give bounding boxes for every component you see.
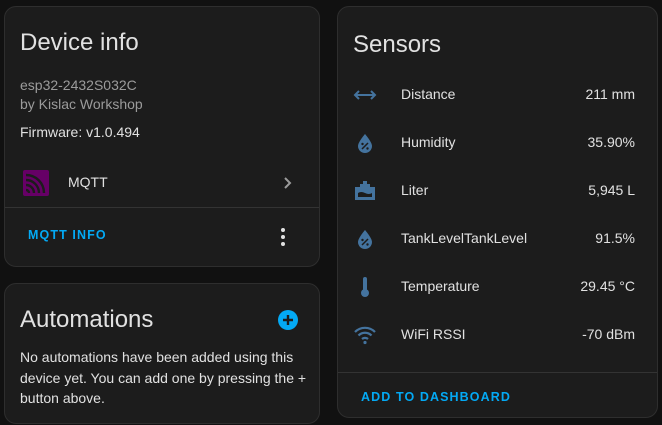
sensor-value: 211 mm: [585, 86, 635, 102]
sensor-row-temperature[interactable]: Temperature 29.45 °C: [338, 263, 657, 311]
integration-label: MQTT: [68, 174, 108, 190]
plus-circle-icon[interactable]: [276, 308, 300, 332]
add-to-dashboard-button[interactable]: ADD TO DASHBOARD: [351, 386, 521, 408]
sensor-row-tanklevel[interactable]: TankLevelTankLevel 91.5%: [338, 215, 657, 263]
sensor-name: Humidity: [401, 134, 456, 150]
more-vert-icon[interactable]: [271, 223, 295, 251]
automations-card: Automations No automations have been add…: [4, 283, 320, 424]
sensor-value: 29.45 °C: [580, 278, 635, 294]
sensor-name: Temperature: [401, 278, 480, 294]
integration-row-mqtt[interactable]: MQTT: [5, 159, 319, 207]
automations-empty-text: No automations have been added using thi…: [20, 349, 307, 406]
automations-title: Automations: [20, 306, 154, 333]
sensor-row-liter[interactable]: Liter 5,945 L: [338, 167, 657, 215]
device-info-title: Device info: [20, 29, 139, 56]
wifi-icon: [354, 326, 376, 345]
mqtt-info-button[interactable]: MQTT INFO: [18, 224, 117, 246]
firmware-version: Firmware: v1.0.494: [20, 124, 140, 140]
device-info-card: Device info esp32-2432S032C by Kislac Wo…: [4, 6, 320, 267]
chevron-right-icon: [284, 177, 292, 189]
sensor-name: Liter: [401, 182, 429, 198]
sensors-title: Sensors: [353, 31, 442, 58]
water-percent-icon: [358, 134, 372, 153]
sensor-value: 35.90%: [587, 134, 635, 150]
arrow-left-right-icon: [353, 90, 377, 100]
device-model: esp32-2432S032C: [20, 77, 137, 93]
thermometer-icon: [361, 277, 369, 297]
divider: [5, 207, 319, 208]
divider: [338, 372, 657, 373]
sensors-card: Sensors Distance 211 mm Humidity 35.90% …: [337, 6, 658, 418]
storage-tank-icon: [355, 181, 375, 200]
device-manufacturer: by Kislac Workshop: [20, 96, 143, 112]
sensor-name: WiFi RSSI: [401, 326, 466, 342]
sensor-row-distance[interactable]: Distance 211 mm: [338, 71, 657, 119]
water-percent-icon: [358, 230, 372, 249]
sensor-name: Distance: [401, 86, 456, 102]
sensor-row-wifi-rssi[interactable]: WiFi RSSI -70 dBm: [338, 311, 657, 359]
sensor-name: TankLevelTankLevel: [401, 230, 528, 246]
sensor-value: -70 dBm: [582, 326, 635, 342]
sensor-row-humidity[interactable]: Humidity 35.90%: [338, 119, 657, 167]
sensor-value: 91.5%: [595, 230, 635, 246]
sensor-value: 5,945 L: [588, 182, 635, 198]
mqtt-icon: [23, 170, 49, 196]
